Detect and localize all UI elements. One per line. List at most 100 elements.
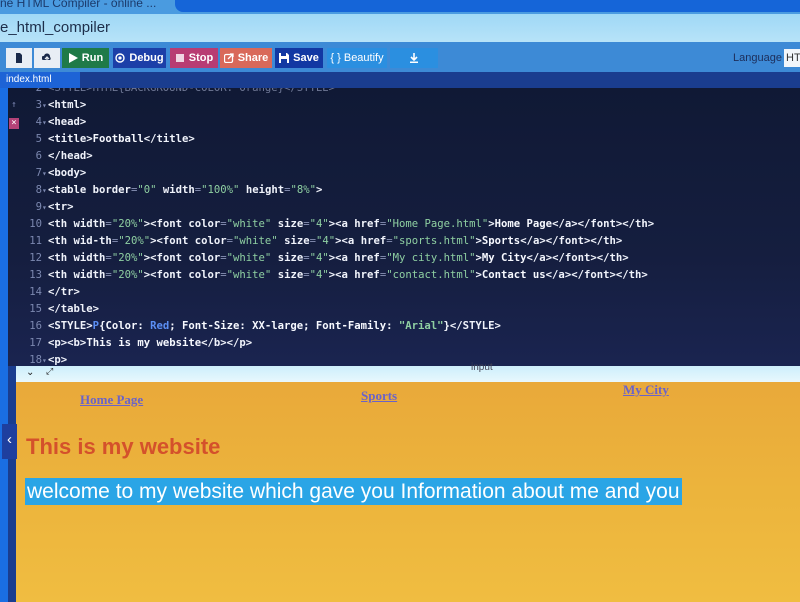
save-button[interactable]: Save <box>275 48 323 68</box>
address-url[interactable]: e_html_compiler <box>0 19 110 36</box>
code-line[interactable]: 10 <th width="20%"><font color="white" si… <box>8 218 800 234</box>
code-line[interactable]: 12 <th width="20%"><font color="white" si… <box>8 252 800 268</box>
nav-link-my-city[interactable]: My City <box>623 382 669 398</box>
code-line[interactable]: 15 </table> <box>8 303 800 319</box>
left-edge-panel <box>0 88 8 602</box>
fold-arrow-icon[interactable]: ▾ <box>42 203 47 212</box>
upload-button[interactable] <box>34 48 60 68</box>
beautify-label: { } Beautify <box>330 52 384 64</box>
run-label: Run <box>81 52 104 64</box>
save-label: Save <box>293 52 319 64</box>
line-number: 16 <box>29 320 42 332</box>
nav-link-home-page[interactable]: Home Page <box>80 392 143 408</box>
cloud-upload-icon <box>42 53 51 62</box>
code-text: <head> <box>48 116 87 128</box>
line-number: 4 <box>35 116 42 128</box>
stop-button[interactable]: Stop <box>170 48 218 68</box>
browser-tab-strip: ne HTML Compiler - online ... <box>0 0 800 14</box>
line-number: 11 <box>29 235 42 247</box>
fold-arrow-icon[interactable]: ▾ <box>42 186 47 195</box>
nav-link-sports[interactable]: Sports <box>361 388 397 404</box>
code-text: </head> <box>48 150 93 162</box>
share-label: Share <box>237 52 269 64</box>
code-line[interactable]: 6 </head> <box>8 150 800 166</box>
debug-icon <box>115 53 126 63</box>
code-line[interactable]: 8 ▾ <table border="0" width="100%" height=… <box>8 184 800 200</box>
code-text: <th width="20%"><font color="white" size… <box>48 218 655 230</box>
fold-arrow-icon[interactable]: ▾ <box>42 169 47 178</box>
share-button[interactable]: Share <box>220 48 272 68</box>
line-number: 6 <box>35 150 42 162</box>
run-button[interactable]: Run <box>62 48 109 68</box>
line-number: 14 <box>29 286 42 298</box>
line-number: 9 <box>35 201 42 213</box>
code-line[interactable]: 9 ▾ <tr> <box>8 201 800 217</box>
line-number: 7 <box>35 167 42 179</box>
code-text: <body> <box>48 167 87 179</box>
fold-arrow-icon[interactable]: ▾ <box>42 356 47 365</box>
code-text: <table border="0" width="100%" height="8… <box>48 184 323 196</box>
code-text: <tr> <box>48 201 74 213</box>
play-icon <box>68 53 78 63</box>
beautify-button[interactable]: { } Beautify <box>327 48 387 68</box>
code-editor[interactable]: 2 <STYLE>HTML{BACKGROUND-COLOR: Orange}</… <box>8 88 800 366</box>
debug-button[interactable]: Debug <box>113 48 166 68</box>
code-text: <th wid-th="20%"><font color="white" siz… <box>48 235 623 247</box>
debug-label: Debug <box>129 52 164 64</box>
code-text: </table> <box>48 303 100 315</box>
code-line[interactable]: 18 ▾ <p> <box>8 354 800 366</box>
fold-arrow-icon[interactable]: ▾ <box>42 118 47 127</box>
browser-active-tab[interactable] <box>175 0 800 12</box>
browser-tab-title[interactable]: ne HTML Compiler - online ... <box>0 0 156 10</box>
side-panel-toggle[interactable]: ‹ <box>2 424 17 459</box>
line-number: 5 <box>35 133 42 145</box>
line-number: 17 <box>29 337 42 349</box>
line-number: 18 <box>29 354 42 366</box>
code-text: </tr> <box>48 286 80 298</box>
resize-icon[interactable]: ⤢ <box>46 366 53 377</box>
toolbar: Run Debug Stop Share Save { } Beautify L… <box>0 42 800 72</box>
code-line[interactable]: 7 ▾ <body> <box>8 167 800 183</box>
file-icon <box>16 53 22 63</box>
file-tab-index-html[interactable]: index.html <box>0 72 80 88</box>
error-marker-icon[interactable]: × <box>9 118 19 129</box>
code-line[interactable]: 11 <th wid-th="20%"><font color="white" s… <box>8 235 800 251</box>
stop-label: Stop <box>188 52 214 64</box>
code-line[interactable]: 5 <title>Football</title> <box>8 133 800 149</box>
share-icon <box>223 53 234 63</box>
code-text: <STYLE>P{Color: Red; Font-Size: XX-large… <box>48 320 501 332</box>
fold-arrow-icon[interactable]: ▾ <box>42 101 47 110</box>
code-line[interactable]: 14 </tr> <box>8 286 800 302</box>
line-number: 15 <box>29 303 42 315</box>
code-line[interactable]: 17 <p><b>This is my website</b></p> <box>8 337 800 353</box>
input-tab-label[interactable]: input <box>471 362 493 373</box>
output-preview: Home Page Sports My City This is my webs… <box>16 382 800 602</box>
code-line[interactable]: ↑ 3 ▾ <html> <box>8 99 800 115</box>
new-file-button[interactable] <box>6 48 32 68</box>
code-text: <title>Football</title> <box>48 133 195 145</box>
line-number: 12 <box>29 252 42 264</box>
address-bar[interactable]: e_html_compiler <box>0 14 800 42</box>
code-text: <p><b>This is my website</b></p> <box>48 337 253 349</box>
code-line[interactable]: × 4 ▾ <head> <box>8 116 800 132</box>
chevron-left-icon: ‹ <box>7 431 12 448</box>
code-line[interactable]: 13 <th width="20%"><font color="white" si… <box>8 269 800 285</box>
welcome-paragraph: welcome to my website which gave you Inf… <box>25 478 682 505</box>
line-number: 2 <box>35 88 42 94</box>
language-label: Language <box>733 52 782 64</box>
output-panel-header: ⌄ ⤢ input <box>16 362 800 382</box>
code-text: <th width="20%"><font color="white" size… <box>48 269 648 281</box>
download-button[interactable] <box>390 48 438 68</box>
stop-icon <box>175 54 184 62</box>
line-number: 3 <box>35 99 42 111</box>
download-icon <box>410 53 418 63</box>
code-line[interactable]: 16 <STYLE>P{Color: Red; Font-Size: XX-lar… <box>8 320 800 336</box>
line-number: 13 <box>29 269 42 281</box>
code-line[interactable]: 2 <STYLE>HTML{BACKGROUND-COLOR: Orange}</… <box>8 88 800 98</box>
language-select[interactable]: HTML <box>784 49 800 67</box>
code-text: <STYLE>HTML{BACKGROUND-COLOR: Orange}</S… <box>48 88 336 94</box>
page-heading: This is my website <box>26 434 221 459</box>
collapse-chevron-icon[interactable]: ⌄ <box>26 367 34 378</box>
info-marker-icon[interactable]: ↑ <box>9 100 19 110</box>
code-text: <th width="20%"><font color="white" size… <box>48 252 629 264</box>
